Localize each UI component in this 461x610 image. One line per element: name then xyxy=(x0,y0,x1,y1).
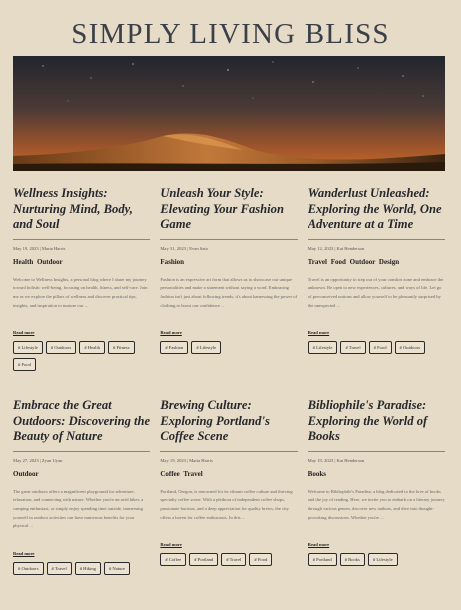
hero-image xyxy=(13,56,445,171)
post-categories: Fashion xyxy=(160,257,185,266)
post-categories: Outdoor xyxy=(13,469,39,478)
post-card: Wellness Insights: Nurturing Mind, Body,… xyxy=(13,186,151,398)
tag-button[interactable]: # Books xyxy=(339,553,365,567)
post-excerpt: Portland, Oregon, is renowned for its vi… xyxy=(160,488,293,520)
post-excerpt: Welcome to Wellness Insights, a personal… xyxy=(13,276,148,308)
tag-list: # Outdoors # Travel # Hiking # Nature xyxy=(13,561,150,575)
tag-list: # Lifestyle # Outdoors # Health # Fitnes… xyxy=(13,341,150,372)
post-card: Embrace the Great Outdoors: Discovering … xyxy=(13,398,151,610)
tag-list: # Fashion # Lifestyle xyxy=(160,341,297,355)
site-title: SIMPLY LIVING BLISS xyxy=(71,18,390,50)
tag-list: # Portland # Books # Lifestyle xyxy=(307,553,445,567)
post-excerpt: Fashion is an expressive art form that a… xyxy=(160,276,298,308)
tag-button[interactable]: # Coffee xyxy=(160,553,187,567)
post-title[interactable]: Wanderlust Unleashed: Exploring the Worl… xyxy=(307,186,445,240)
tag-button[interactable]: # Hiking xyxy=(74,561,101,575)
tag-button[interactable]: # Fashion xyxy=(160,341,189,355)
tag-button[interactable]: # Food xyxy=(13,358,36,372)
post-meta: May 27, 2023 | Zyan Uyan xyxy=(13,457,63,463)
post-meta: May 19, 2023 | Maria Harris xyxy=(13,245,66,251)
post-excerpt: Welcome to Bibliophile's Paradise, a blo… xyxy=(307,488,445,520)
tag-button[interactable]: # Lifestyle xyxy=(367,553,398,567)
post-card: Wanderlust Unleashed: Exploring the Worl… xyxy=(307,186,445,398)
tag-button[interactable]: # Outdoors xyxy=(394,341,426,355)
read-more-link[interactable]: Read more xyxy=(160,330,181,335)
tag-button[interactable]: # Outdoors xyxy=(45,341,77,355)
post-categories: Books xyxy=(307,469,326,478)
read-more-link[interactable]: Read more xyxy=(13,551,34,556)
post-meta: May 19, 2023 | Kai Henderson xyxy=(307,457,365,463)
post-card: Brewing Culture: Exploring Portland's Co… xyxy=(160,398,298,610)
tag-button[interactable]: # Travel xyxy=(46,561,72,575)
tag-button[interactable]: # Portland xyxy=(307,553,337,567)
post-title[interactable]: Brewing Culture: Exploring Portland's Co… xyxy=(160,398,298,452)
tag-button[interactable]: # Health xyxy=(79,341,106,355)
tag-button[interactable]: # Nature xyxy=(103,561,130,575)
post-categories: Health Outdoor xyxy=(13,257,63,266)
post-card: Unleash Your Style: Elevating Your Fashi… xyxy=(160,186,298,398)
post-title[interactable]: Wellness Insights: Nurturing Mind, Body,… xyxy=(13,186,151,240)
post-title[interactable]: Embrace the Great Outdoors: Discovering … xyxy=(13,398,151,452)
post-categories: Coffee Travel xyxy=(160,469,203,478)
post-categories: Travel Food Outdoor Design xyxy=(307,257,400,266)
tag-button[interactable]: # Portland xyxy=(189,553,219,567)
read-more-link[interactable]: Read more xyxy=(13,330,34,335)
post-excerpt: The great outdoors offers a magnificent … xyxy=(13,488,144,529)
tag-button[interactable]: # Food xyxy=(249,553,273,567)
tag-button[interactable]: # Lifestyle xyxy=(191,341,222,355)
post-title[interactable]: Bibliophile's Paradise: Exploring the Wo… xyxy=(307,398,445,452)
read-more-link[interactable]: Read more xyxy=(308,542,329,547)
tag-list: # Coffee # Portland # Travel # Food xyxy=(160,553,297,567)
tag-button[interactable]: # Food xyxy=(368,341,392,355)
post-meta: May 12, 2023 | Kai Henderson xyxy=(307,245,365,251)
post-meta: May 31, 2023 | Evan Sato xyxy=(160,245,208,251)
post-title[interactable]: Unleash Your Style: Elevating Your Fashi… xyxy=(160,186,298,240)
post-card: Bibliophile's Paradise: Exploring the Wo… xyxy=(307,398,445,610)
tag-list: # Lifestyle # Travel # Food # Outdoors xyxy=(307,341,445,355)
tag-button[interactable]: # Fitness xyxy=(108,341,135,355)
post-meta: May 19, 2023 | Maria Harris xyxy=(160,457,213,463)
read-more-link[interactable]: Read more xyxy=(160,542,181,547)
tag-button[interactable]: # Outdoors xyxy=(13,561,44,575)
post-grid: Wellness Insights: Nurturing Mind, Body,… xyxy=(13,186,445,610)
tag-button[interactable]: # Lifestyle xyxy=(13,341,43,355)
post-excerpt: Travel is an opportunity to step out of … xyxy=(307,276,444,308)
tag-button[interactable]: # Lifestyle xyxy=(307,341,338,355)
tag-button[interactable]: # Travel xyxy=(340,341,366,355)
tag-button[interactable]: # Travel xyxy=(221,553,247,567)
read-more-link[interactable]: Read more xyxy=(308,330,329,335)
